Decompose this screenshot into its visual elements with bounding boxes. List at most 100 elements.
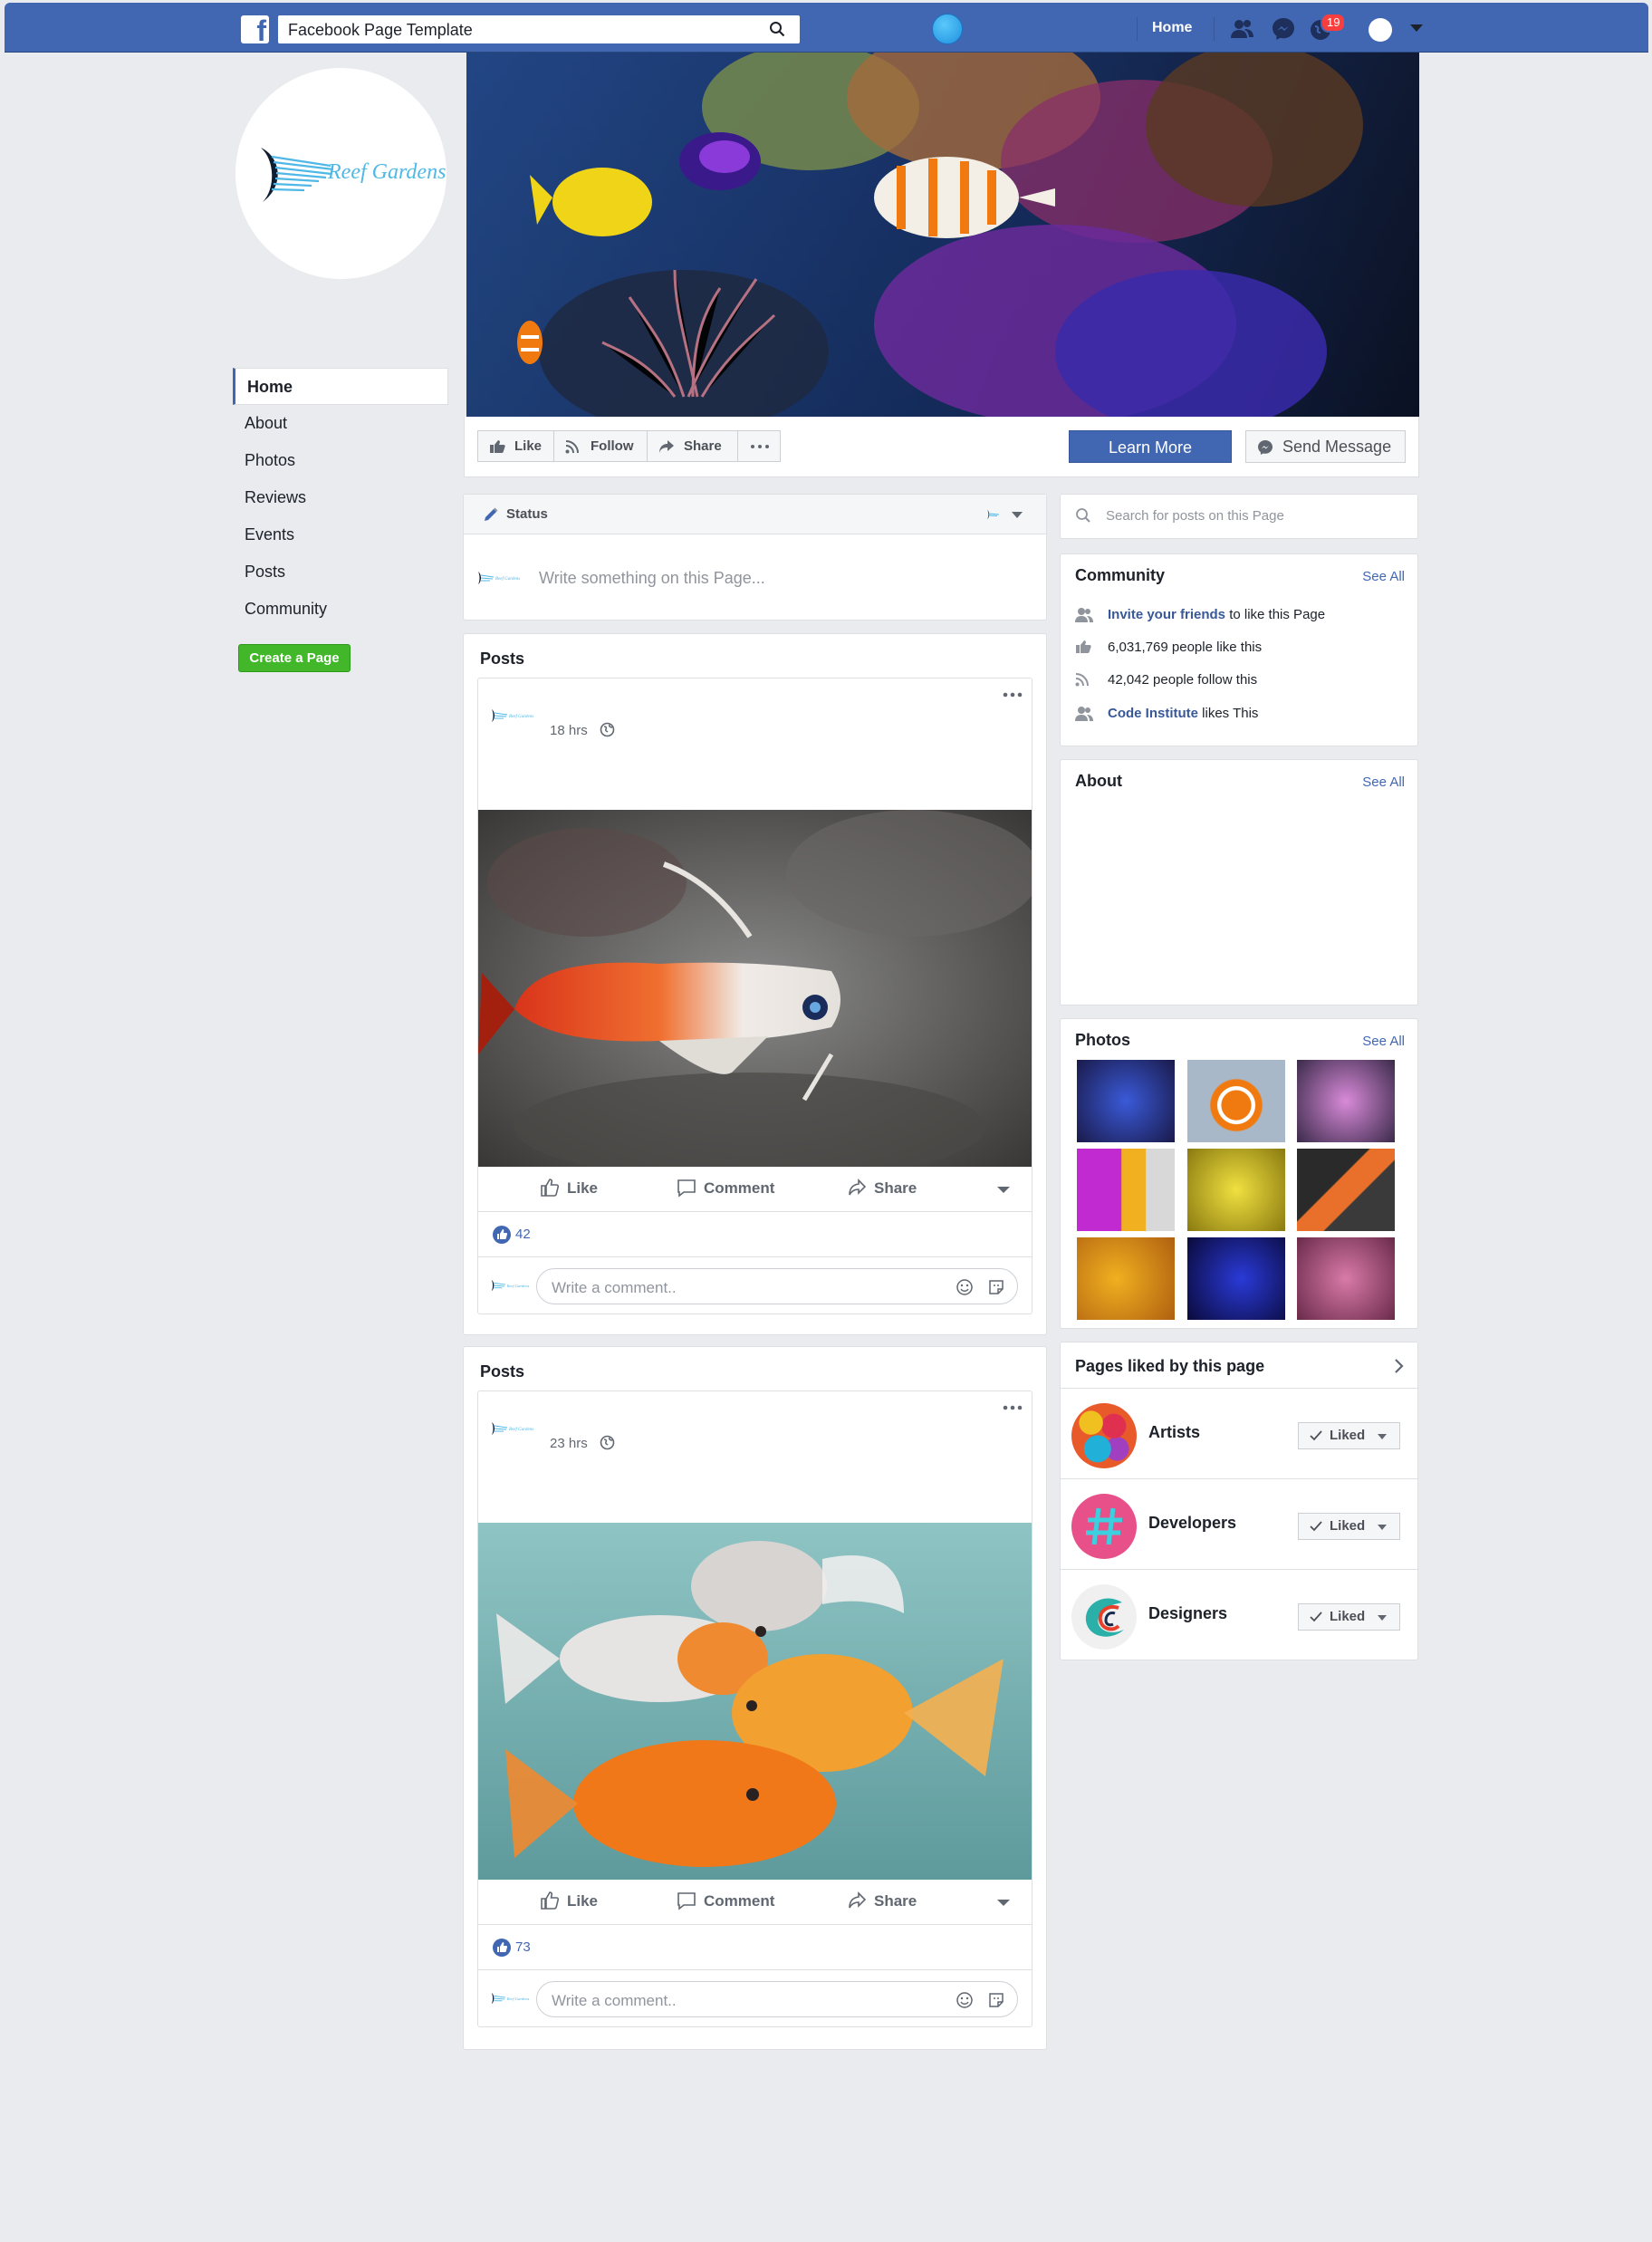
liked-page-row[interactable]: Developers Liked xyxy=(1061,1479,1417,1570)
post-timestamp[interactable]: 23 hrs xyxy=(550,1436,588,1451)
like-page-button[interactable]: Like xyxy=(477,430,554,462)
liked-caret-icon xyxy=(1378,1615,1387,1621)
designers-avatar[interactable] xyxy=(1071,1584,1137,1650)
cover-photo[interactable] xyxy=(466,53,1419,417)
invite-friends-row: Invite your friends to like this Page xyxy=(1075,607,1325,622)
search-icon[interactable] xyxy=(769,21,785,37)
invite-friends-link[interactable]: Invite your friends xyxy=(1108,607,1225,622)
post: Reef Gardens 18 hrs Like Comment Share 4… xyxy=(477,678,1032,1314)
hashtag-icon xyxy=(1086,1507,1122,1545)
post-comment-button[interactable]: Comment xyxy=(677,1179,774,1198)
status-tab[interactable]: Status xyxy=(464,495,1046,534)
community-see-all-link[interactable]: See All xyxy=(1362,569,1405,584)
left-nav-item-home[interactable]: Home xyxy=(233,368,448,405)
more-options-button[interactable] xyxy=(737,430,781,462)
page-post-search-input[interactable]: Search for posts on this Page xyxy=(1060,494,1418,539)
developers-avatar[interactable] xyxy=(1071,1494,1137,1559)
post-reactions[interactable]: 42 xyxy=(478,1212,1032,1257)
photo-thumbnail[interactable] xyxy=(1297,1237,1395,1320)
post-timestamp[interactable]: 18 hrs xyxy=(550,723,588,738)
liked-page-name[interactable]: Developers xyxy=(1148,1514,1236,1533)
post-options-icon[interactable] xyxy=(1003,1405,1023,1410)
post-share-caret-icon[interactable] xyxy=(997,1900,1010,1906)
post-reactions[interactable]: 73 xyxy=(478,1925,1032,1970)
post-like-button[interactable]: Like xyxy=(540,1891,598,1910)
nav-separator xyxy=(1137,17,1138,41)
share-page-label: Share xyxy=(684,438,722,454)
post-image[interactable] xyxy=(478,1523,1032,1880)
account-menu-caret-icon[interactable] xyxy=(1410,24,1423,32)
status-composer: Status Reef Gardens Write something on t… xyxy=(463,494,1047,621)
comment-input[interactable]: Write a comment.. xyxy=(536,1268,1018,1304)
liked-page-row[interactable]: Designers Liked xyxy=(1061,1570,1417,1660)
sticker-icon[interactable] xyxy=(987,1991,1005,2009)
post-share-caret-icon[interactable] xyxy=(997,1187,1010,1193)
pages-liked-header[interactable]: Pages liked by this page xyxy=(1061,1342,1417,1389)
thumbs-up-outline-icon xyxy=(541,1179,560,1197)
left-nav-item-about[interactable]: About xyxy=(233,405,448,442)
status-input-area[interactable]: Reef Gardens Write something on this Pag… xyxy=(464,534,1046,621)
photo-thumbnail[interactable] xyxy=(1187,1060,1285,1142)
chevron-right-icon[interactable] xyxy=(1394,1358,1405,1374)
follow-page-button[interactable]: Follow xyxy=(553,430,648,462)
friend-name-link[interactable]: Code Institute xyxy=(1108,706,1198,721)
comment-placeholder: Write a comment.. xyxy=(552,1279,677,1296)
artists-avatar[interactable] xyxy=(1071,1403,1137,1468)
sticker-icon[interactable] xyxy=(987,1278,1005,1296)
facebook-logo-icon[interactable]: f xyxy=(241,15,269,45)
page-avatar-logo-text: Reef Gardens xyxy=(508,715,533,719)
search-input[interactable]: Facebook Page Template xyxy=(278,15,800,43)
about-see-all-link[interactable]: See All xyxy=(1362,775,1405,790)
photo-thumbnail[interactable] xyxy=(1077,1060,1175,1142)
send-message-button[interactable]: Send Message xyxy=(1245,430,1406,463)
left-nav-item-events[interactable]: Events xyxy=(233,516,448,553)
page-avatar-icon[interactable] xyxy=(984,507,1003,522)
left-nav-item-photos[interactable]: Photos xyxy=(233,442,448,479)
post-comment-button[interactable]: Comment xyxy=(677,1892,774,1910)
photo-thumbnail[interactable] xyxy=(1187,1149,1285,1231)
left-nav-item-posts[interactable]: Posts xyxy=(233,553,448,591)
like-page-label: Like xyxy=(514,438,543,454)
emoji-icon[interactable] xyxy=(956,1991,974,2009)
liked-page-name[interactable]: Designers xyxy=(1148,1604,1227,1623)
photo-thumbnail[interactable] xyxy=(1297,1060,1395,1142)
follow-page-label: Follow xyxy=(591,438,634,454)
liked-page-name[interactable]: Artists xyxy=(1148,1423,1200,1442)
like-reaction-icon xyxy=(493,1939,511,1957)
liked-button[interactable]: Liked xyxy=(1298,1603,1400,1631)
thumbs-up-icon xyxy=(1076,640,1091,653)
liked-caret-icon xyxy=(1378,1434,1387,1439)
photos-see-all-link[interactable]: See All xyxy=(1362,1034,1405,1049)
left-nav-item-reviews[interactable]: Reviews xyxy=(233,479,448,516)
left-nav-item-community[interactable]: Community xyxy=(233,591,448,628)
photo-thumbnail[interactable] xyxy=(1187,1237,1285,1320)
photo-thumbnail[interactable] xyxy=(1077,1237,1175,1320)
messenger-icon[interactable] xyxy=(1270,16,1297,42)
share-page-button[interactable]: Share xyxy=(647,430,738,462)
photo-thumbnail[interactable] xyxy=(1297,1149,1395,1231)
learn-more-button[interactable]: Learn More xyxy=(1069,430,1232,463)
page-avatar-icon[interactable]: Reef Gardens xyxy=(489,1419,543,1438)
post-image[interactable] xyxy=(478,810,1032,1167)
emoji-icon[interactable] xyxy=(956,1278,974,1296)
comment-row: Reef Gardens Write a comment.. xyxy=(478,1970,1032,2026)
profile-picture[interactable]: Reef Gardens xyxy=(235,68,447,279)
post-share-button[interactable]: Share xyxy=(847,1179,917,1198)
user-avatar[interactable] xyxy=(1369,18,1392,42)
photo-thumbnail[interactable] xyxy=(1077,1149,1175,1231)
post-options-icon[interactable] xyxy=(1003,692,1023,698)
likes-count-text: 6,031,769 people like this xyxy=(1108,640,1263,655)
nav-home-link[interactable]: Home xyxy=(1152,20,1192,36)
liked-button[interactable]: Liked xyxy=(1298,1422,1400,1449)
page-avatar-icon: Reef Gardens xyxy=(478,572,520,584)
comment-input[interactable]: Write a comment.. xyxy=(536,1981,1018,2017)
liked-button[interactable]: Liked xyxy=(1298,1513,1400,1540)
post-like-button[interactable]: Like xyxy=(540,1179,598,1198)
friend-requests-icon[interactable] xyxy=(1229,16,1256,42)
page-avatar-logo-text: Reef Gardens xyxy=(495,577,520,582)
liked-page-row[interactable]: Artists Liked xyxy=(1061,1389,1417,1479)
page-avatar-icon[interactable]: Reef Gardens xyxy=(489,707,543,725)
create-page-button[interactable]: Create a Page xyxy=(238,644,351,672)
audience-caret-icon[interactable] xyxy=(1012,512,1023,518)
post-share-button[interactable]: Share xyxy=(847,1891,917,1910)
